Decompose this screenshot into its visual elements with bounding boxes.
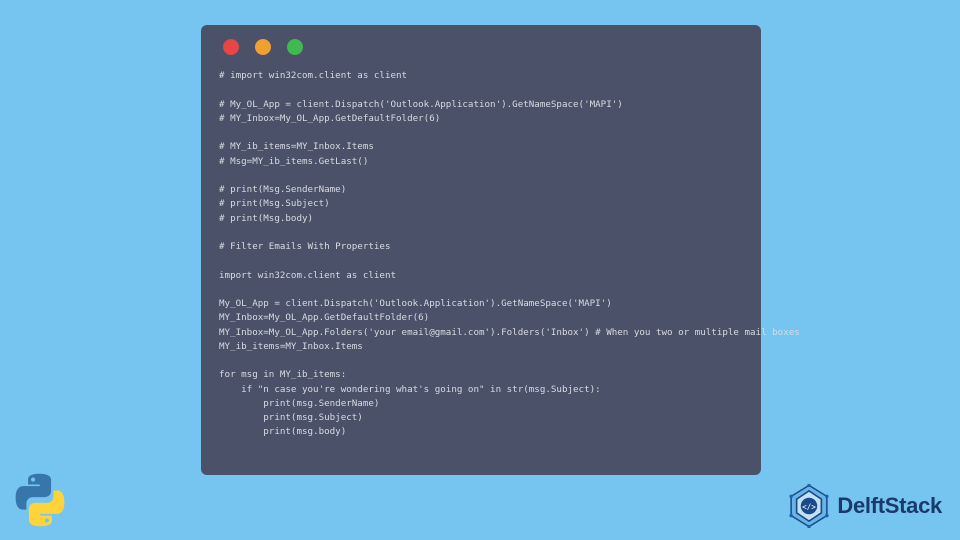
code-line: MY_Inbox=My_OL_App.GetDefaultFolder(6) (219, 312, 429, 323)
close-icon[interactable] (223, 39, 239, 55)
code-line: # Msg=MY_ib_items.GetLast() (219, 156, 368, 167)
delftstack-branding: </> DelftStack (787, 484, 942, 528)
code-window: # import win32com.client as client # My_… (201, 25, 761, 475)
minimize-icon[interactable] (255, 39, 271, 55)
window-controls (219, 39, 743, 55)
code-block: # import win32com.client as client # My_… (219, 69, 743, 440)
code-line: print(msg.body) (219, 426, 346, 437)
code-line: My_OL_App = client.Dispatch('Outlook.App… (219, 298, 612, 309)
code-line: # MY_Inbox=My_OL_App.GetDefaultFolder(6) (219, 113, 440, 124)
maximize-icon[interactable] (287, 39, 303, 55)
code-line: import win32com.client as client (219, 270, 396, 281)
code-line: # Filter Emails With Properties (219, 241, 390, 252)
code-line: # MY_ib_items=MY_Inbox.Items (219, 141, 374, 152)
code-line: # My_OL_App = client.Dispatch('Outlook.A… (219, 99, 623, 110)
svg-text:</>: </> (803, 502, 817, 511)
code-line: # print(Msg.Subject) (219, 198, 330, 209)
python-logo-icon (10, 470, 70, 530)
code-line: for msg in MY_ib_items: (219, 369, 346, 380)
code-line: print(msg.SenderName) (219, 398, 379, 409)
code-line: # print(Msg.body) (219, 213, 313, 224)
code-line: MY_Inbox=My_OL_App.Folders('your email@g… (219, 327, 800, 338)
delftstack-logo-icon: </> (787, 484, 831, 528)
code-line: MY_ib_items=MY_Inbox.Items (219, 341, 363, 352)
code-line: print(msg.Subject) (219, 412, 363, 423)
delftstack-label: DelftStack (837, 493, 942, 519)
code-line: if "n case you're wondering what's going… (219, 384, 601, 395)
code-line: # print(Msg.SenderName) (219, 184, 346, 195)
code-line: # import win32com.client as client (219, 70, 407, 81)
